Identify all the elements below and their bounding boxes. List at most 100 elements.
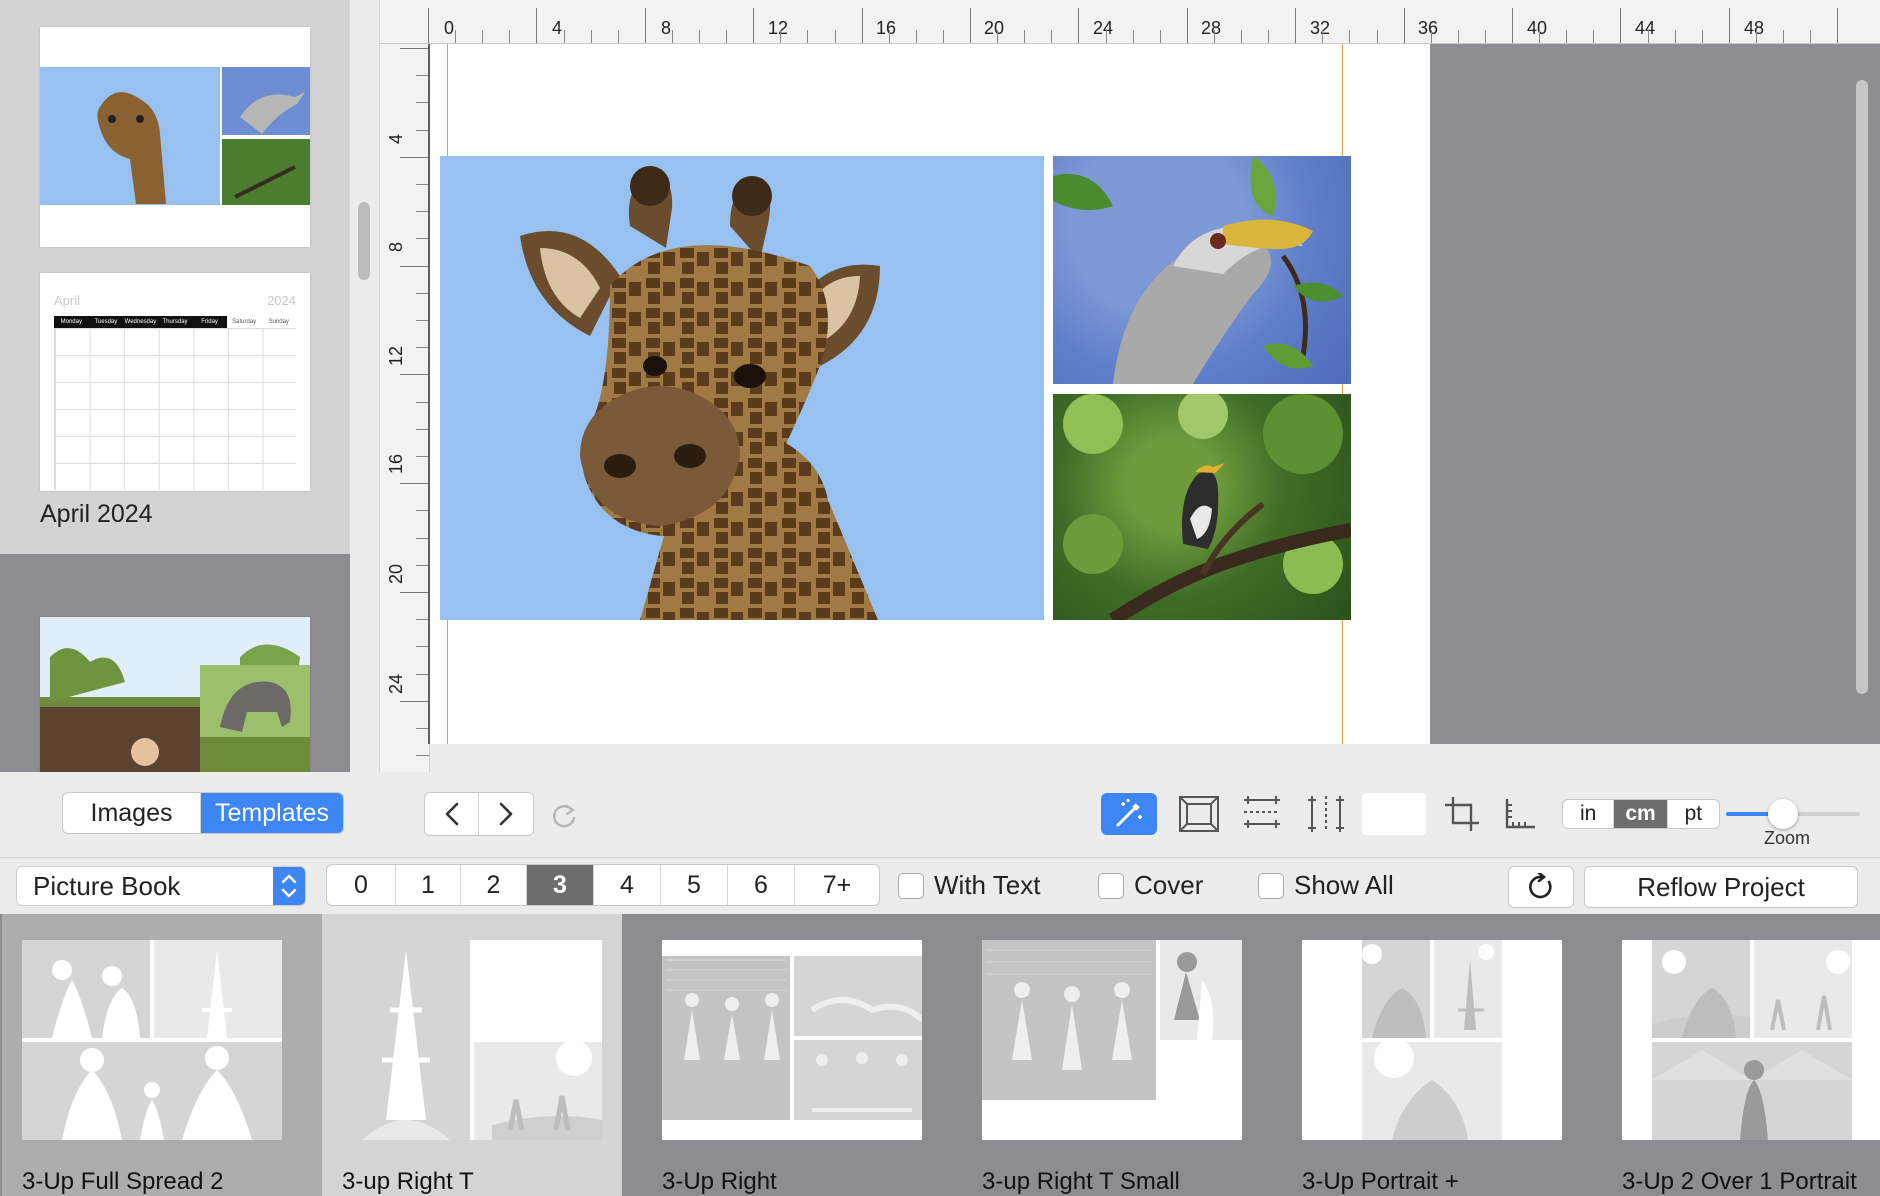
zoom-label: Zoom (1764, 828, 1811, 848)
sidebar-scrollbar[interactable] (358, 202, 370, 280)
checkbox-box[interactable] (898, 872, 924, 899)
ruler-tick (1105, 30, 1107, 43)
chevron-left-icon[interactable] (425, 793, 480, 835)
show-all-label: Show All (1294, 870, 1394, 900)
elephant-spread-preview (40, 617, 310, 772)
ruler-tick (1674, 30, 1676, 43)
ruler-label: 28 (1201, 18, 1222, 38)
template-label: 3-Up Portrait + (1302, 1168, 1459, 1195)
ruler-label: 36 (1418, 18, 1439, 38)
ruler-tick (1783, 30, 1784, 43)
page-thumb-giraffe[interactable] (40, 27, 310, 247)
giraffe-photo[interactable] (440, 156, 1044, 620)
ruler-tick (1024, 30, 1026, 43)
show-all-checkbox[interactable]: Show All (1258, 870, 1394, 901)
giraffe-spread-preview (40, 67, 310, 205)
template-preview (342, 940, 602, 1140)
cover-checkbox[interactable]: Cover (1098, 870, 1203, 901)
book-type-select[interactable]: Picture Book (16, 866, 306, 906)
unit-cm[interactable]: cm (1614, 800, 1668, 828)
crop-icon[interactable] (1440, 792, 1484, 836)
template-preview (1302, 940, 1562, 1140)
ruler-label: 16 (386, 453, 406, 474)
ruler-label: 12 (768, 18, 789, 38)
ruler-tick (1755, 30, 1757, 43)
count-option-selected[interactable]: 3 (527, 865, 594, 905)
ruler-tick (1132, 30, 1134, 43)
template-card[interactable]: 3-Up Full Spread 2 (2, 914, 322, 1196)
template-card[interactable]: 3-Up Portrait + (1282, 914, 1602, 1196)
page-thumb-calendar[interactable]: April 2024 Monday Tuesday Wednesday Thur… (40, 273, 310, 491)
reflow-project-button[interactable]: Reflow Project (1584, 866, 1858, 908)
ruler-label: 32 (1310, 18, 1331, 38)
ruler-tick (482, 30, 484, 43)
ruler-tick (416, 755, 429, 757)
template-card[interactable]: 3-Up 2 Over 1 Portrait (1602, 914, 1880, 1196)
tab-images[interactable]: Images (63, 793, 201, 833)
refresh-button[interactable] (1508, 866, 1574, 908)
ruler-label: 24 (386, 673, 406, 694)
vertical-guides-icon[interactable] (1304, 792, 1348, 836)
frame-fit-icon[interactable] (1176, 792, 1222, 836)
ruler-tick (1295, 8, 1297, 43)
ruler-tick (1484, 30, 1486, 43)
checkbox-box[interactable] (1258, 872, 1284, 899)
weekday-label: Saturday (226, 316, 262, 328)
ruler-label: 4 (552, 18, 563, 38)
template-card[interactable]: 3-up Right T Small (962, 914, 1282, 1196)
chevron-up-down-icon (273, 867, 305, 905)
page-thumb-elephant[interactable] (40, 617, 310, 772)
calendar-year: 2024 (267, 293, 296, 308)
canvas-scrollbar[interactable] (1856, 80, 1868, 694)
ruler-label: 48 (1744, 18, 1765, 38)
hornbill-photo[interactable] (1053, 156, 1351, 384)
unit-pt[interactable]: pt (1668, 800, 1719, 828)
chevron-right-icon[interactable] (479, 793, 533, 835)
redo-icon[interactable] (548, 800, 580, 832)
count-option[interactable]: 1 (396, 865, 461, 905)
ruler-tick (1539, 30, 1541, 43)
template-card[interactable]: 3-Up Right (642, 914, 962, 1196)
count-option[interactable]: 7+ (795, 865, 879, 905)
count-option[interactable]: 0 (327, 865, 396, 905)
ruler-label: 16 (876, 18, 897, 38)
count-option[interactable]: 5 (661, 865, 728, 905)
count-option[interactable]: 6 (728, 865, 795, 905)
ruler-tick (780, 30, 782, 43)
horizontal-guides-icon[interactable] (1240, 792, 1284, 836)
unit-in[interactable]: in (1563, 800, 1615, 828)
template-label: 3-Up Right (662, 1168, 777, 1195)
ruler-tick (1159, 30, 1161, 43)
ruler-tick (1457, 30, 1459, 43)
with-text-checkbox[interactable]: With Text (898, 870, 1040, 901)
zoom-slider-knob[interactable] (1768, 799, 1798, 829)
calendar-weekday-header: Monday Tuesday Wednesday Thursday Friday… (54, 316, 297, 328)
sidebar-divider[interactable] (350, 0, 380, 772)
count-option[interactable]: 4 (594, 865, 661, 905)
count-option[interactable]: 2 (461, 865, 527, 905)
tab-templates[interactable]: Templates (201, 793, 343, 833)
mode-segmented-control: Images Templates (62, 792, 344, 834)
units-segmented-control: in cm pt (1562, 799, 1720, 829)
ruler-tick (563, 30, 565, 43)
hornbill-image (1053, 156, 1343, 384)
ruler-label: 44 (1635, 18, 1656, 38)
bird-in-tree-photo[interactable] (1053, 394, 1351, 620)
ruler-label: 20 (984, 18, 1005, 38)
template-card-selected[interactable]: 3-up Right T (322, 914, 622, 1196)
color-swatch[interactable] (1362, 793, 1426, 835)
weekday-label: Sunday (261, 316, 297, 328)
canvas-bottom-strip (430, 744, 1880, 772)
template-preview (1622, 940, 1880, 1140)
ruler-tick (1512, 8, 1513, 43)
weekday-label: Thursday (157, 316, 193, 328)
ruler-icon[interactable] (1498, 792, 1542, 836)
ruler-tick (807, 30, 809, 43)
weekday-label: Friday (192, 316, 227, 328)
ruler-tick (1241, 30, 1242, 43)
bird-in-tree-image (1063, 394, 1351, 620)
magic-wand-icon[interactable] (1101, 793, 1157, 835)
checkbox-box[interactable] (1098, 872, 1124, 899)
ruler-label: 12 (386, 345, 406, 366)
ruler-tick (1349, 30, 1351, 43)
